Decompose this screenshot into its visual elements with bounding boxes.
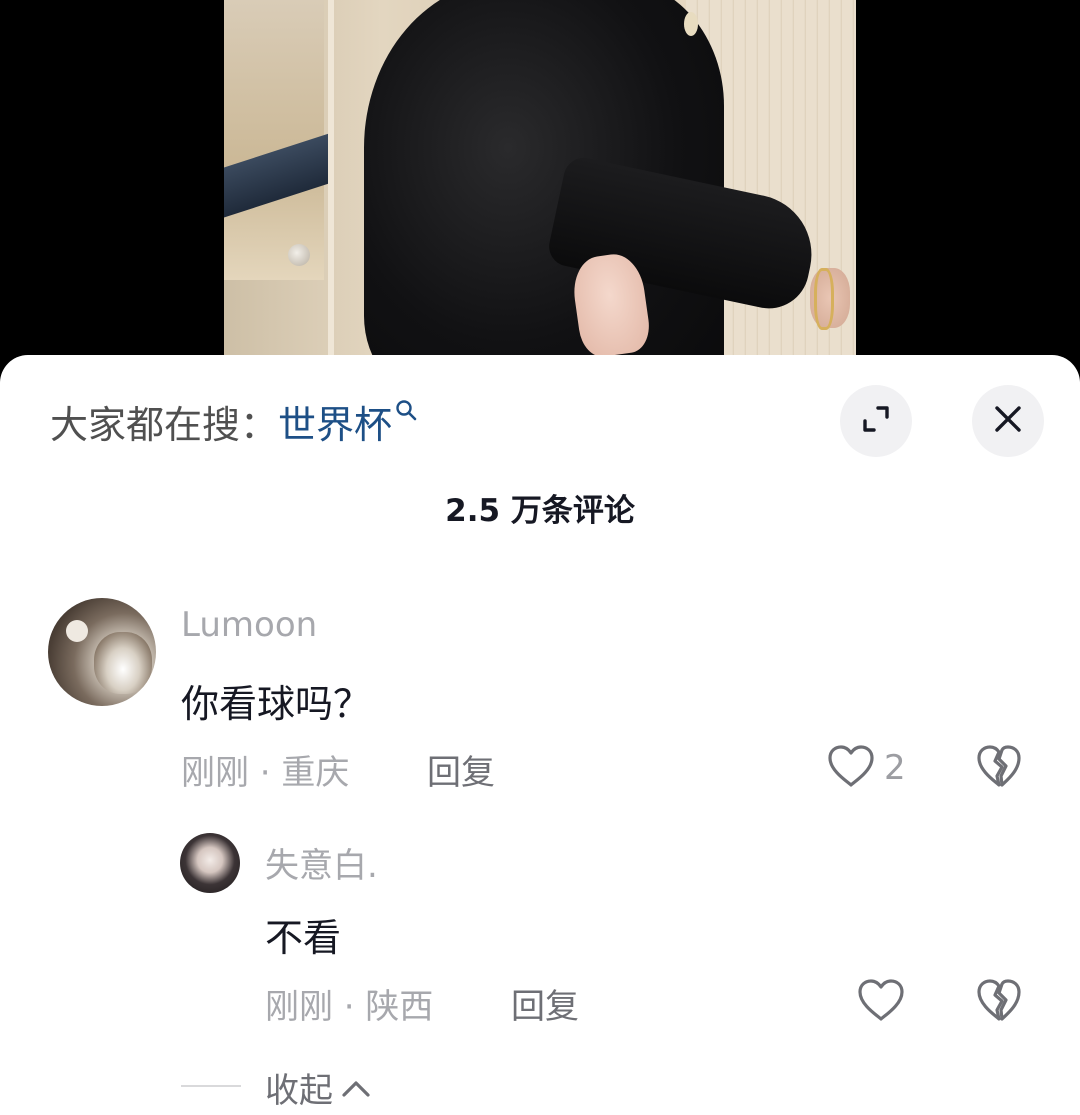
reply-button[interactable]: 回复 <box>427 745 495 794</box>
reply-text[interactable]: 不看 <box>265 907 341 962</box>
video-brooch <box>684 12 698 36</box>
reply-like-button[interactable] <box>856 977 914 1027</box>
reply-meta: 刚刚 · 陕西 <box>265 987 434 1027</box>
reply-avatar[interactable] <box>180 833 240 893</box>
broken-heart-icon <box>975 745 1023 793</box>
avatar[interactable] <box>48 598 156 706</box>
dislike-button[interactable] <box>975 743 1023 793</box>
video-door-knob <box>288 244 310 266</box>
trending-search[interactable]: 大家都在搜： 世界杯 <box>50 393 418 449</box>
comment-sheet: 大家都在搜： 世界杯 2.5 万条评论 Lumoon 你看球吗？ 刚刚 · 重庆… <box>0 355 1080 1115</box>
expand-button[interactable] <box>840 385 912 457</box>
comment-meta: 刚刚 · 重庆 <box>181 753 350 793</box>
reply-username[interactable]: 失意白. <box>265 838 378 887</box>
expand-icon <box>859 402 893 440</box>
avatar-cat-paw <box>66 620 88 642</box>
broken-heart-icon <box>975 979 1023 1027</box>
collapse-label: 收起 <box>265 1071 333 1111</box>
video-bracelet <box>814 268 834 330</box>
video-player[interactable] <box>0 0 1080 380</box>
video-frame <box>224 0 856 380</box>
trending-search-prefix: 大家都在搜： <box>50 402 279 447</box>
heart-outline-icon <box>856 977 906 1027</box>
close-button[interactable] <box>972 385 1044 457</box>
avatar-cat-face <box>94 632 152 694</box>
comment-text[interactable]: 你看球吗？ <box>181 673 371 728</box>
chevron-up-icon <box>333 1068 371 1108</box>
search-icon <box>394 398 418 422</box>
like-count: 2 <box>884 748 906 788</box>
heart-outline-icon <box>826 743 876 793</box>
collapse-replies-button[interactable]: 收起 <box>265 1063 371 1112</box>
like-button[interactable]: 2 <box>826 743 906 793</box>
collapse-divider <box>181 1085 241 1087</box>
reply-button[interactable]: 回复 <box>511 979 579 1028</box>
close-icon <box>993 404 1023 438</box>
trending-search-term[interactable]: 世界杯 <box>278 394 392 449</box>
comment-count-title: 2.5 万条评论 <box>445 493 635 529</box>
reply-dislike-button[interactable] <box>975 977 1023 1027</box>
comment-username[interactable]: Lumoon <box>181 605 317 645</box>
video-door-edge <box>328 0 334 380</box>
